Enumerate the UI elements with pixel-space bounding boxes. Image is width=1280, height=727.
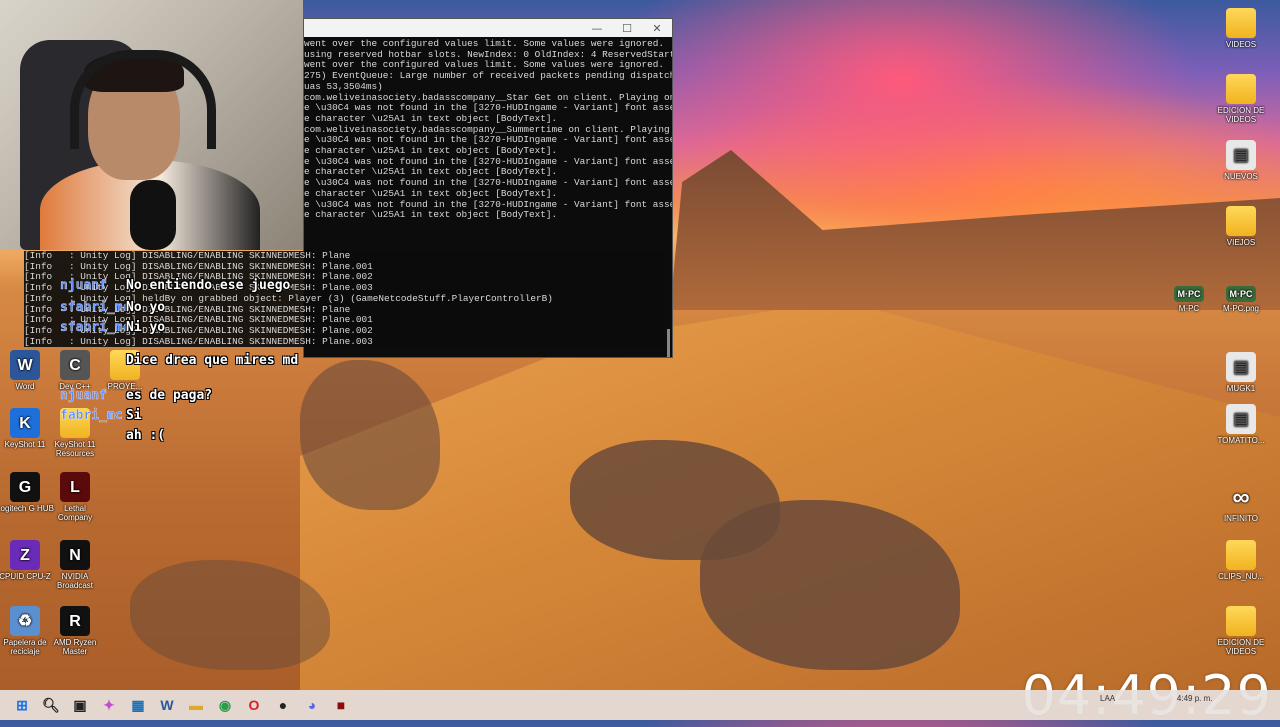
desktop-icon[interactable]: ▤ TOMATITO...: [1212, 404, 1270, 445]
folder-icon: [1226, 74, 1256, 104]
lethal-company-icon[interactable]: ■: [330, 694, 352, 716]
chat-text: Si: [126, 408, 142, 423]
desktop-icon[interactable]: R AMD Ryzen Master: [46, 606, 104, 656]
desktop-icon-label: AMD Ryzen Master: [53, 638, 97, 656]
chat-text: Ni yo: [126, 320, 166, 335]
desktop-icon-label: NUEVOS: [1224, 172, 1258, 181]
close-icon[interactable]: ✕: [642, 22, 672, 35]
chat-username: njuanf: [60, 388, 107, 403]
recycle-bin-icon: ♻: [10, 606, 40, 636]
console-line: e character \u25A1 in text object [BodyT…: [304, 187, 558, 199]
system-tray[interactable]: LAA 4:49 p. m.: [1100, 694, 1213, 703]
language-indicator[interactable]: LAA: [1100, 694, 1115, 703]
folder-icon: [1226, 206, 1256, 236]
desktop-icon[interactable]: ∞ INFINITO: [1212, 482, 1270, 523]
desktop-icon-label: VIEJOS: [1226, 238, 1256, 247]
obs-icon[interactable]: ●: [272, 694, 294, 716]
desktop-icon-label: EDICION DE VIDEOS: [1217, 638, 1265, 656]
desktop-icon-label: Lethal Company: [57, 504, 93, 522]
infinity-icon: ∞: [1232, 483, 1250, 511]
chrome-icon[interactable]: ◉: [214, 694, 236, 716]
image-icon: ▤: [1226, 404, 1256, 434]
desktop-icon-label: MUGK1: [1226, 384, 1256, 393]
desktop-icon[interactable]: L Lethal Company: [46, 472, 104, 522]
chat-username: fabri_mc: [60, 408, 123, 423]
chat-username: sfabri_mc: [60, 320, 131, 335]
ryzen-icon: R: [60, 606, 90, 636]
word-icon[interactable]: W: [156, 694, 178, 716]
desktop-icon[interactable]: VIEJOS: [1212, 206, 1270, 247]
desktop-icon-label: CLIPS_NU...: [1218, 572, 1264, 581]
maximize-icon[interactable]: ☐: [612, 22, 642, 35]
chat-text: No entiendo ese juego: [126, 278, 291, 293]
chat-text: No yo: [126, 300, 166, 315]
keyshot-icon: K: [10, 408, 40, 438]
image-icon: ▤: [1226, 140, 1256, 170]
lethal-company-icon: L: [60, 472, 90, 502]
desktop-icon-label: NVIDIA Broadcast: [56, 572, 94, 590]
chat-username: njuanf: [60, 278, 107, 293]
desktop-icon[interactable]: M·PC M-PC.png: [1212, 286, 1270, 313]
folder-icon: [1226, 8, 1256, 38]
copilot-icon[interactable]: ✦: [98, 694, 120, 716]
desktop-icon[interactable]: VIDEOS: [1212, 8, 1270, 49]
desktop-icon[interactable]: EDICION DE VIDEOS: [1212, 606, 1270, 656]
explorer-icon[interactable]: ▬: [185, 694, 207, 716]
chat-username: sfabri_mc: [60, 300, 131, 315]
desktop-icon[interactable]: EDICION DE VIDEOS: [1212, 74, 1270, 124]
webcam-overlay: [0, 0, 303, 250]
search-icon[interactable]: 🔍︎: [40, 694, 62, 716]
desktop-icon-label: M-PC.png: [1222, 304, 1259, 313]
mpc-png-icon: M·PC: [1226, 286, 1256, 302]
desktop-icon[interactable]: CLIPS_NU...: [1212, 540, 1270, 581]
chat-text: es de paga?: [126, 388, 213, 403]
folder-icon: [1226, 606, 1256, 636]
opera-icon[interactable]: O: [243, 694, 265, 716]
nvidia-icon: N: [60, 540, 90, 570]
store-icon[interactable]: ▦: [127, 694, 149, 716]
chat-message: ah :(: [60, 428, 165, 443]
rock: [300, 360, 440, 510]
minimize-icon[interactable]: —: [582, 22, 612, 35]
chat-message: fabri_mc Si: [60, 408, 142, 423]
discord-icon[interactable]: ◕: [301, 694, 323, 716]
chat-text: ah :(: [126, 428, 166, 443]
desktop-icon[interactable]: N NVIDIA Broadcast: [46, 540, 104, 590]
log-line: [Info : Unity Log] DISABLING/ENABLING SK…: [24, 335, 373, 347]
word-icon: W: [10, 350, 40, 380]
folder-icon: [1226, 540, 1256, 570]
desktop-icon-label: VIDEOS: [1225, 40, 1257, 49]
microphone: [130, 180, 176, 250]
desktop-icon-label: INFINITO: [1223, 514, 1259, 523]
chat-message: njuanf es de paga?: [60, 388, 212, 403]
image-icon: ▤: [1226, 352, 1256, 382]
chat-message: Dice drea que mires md: [60, 353, 298, 368]
desktop-icon-label: TOMATITO...: [1217, 436, 1265, 445]
task-view-icon[interactable]: ▣: [69, 694, 91, 716]
desktop-icon-label: M-PC: [1178, 304, 1200, 313]
desktop-icon[interactable]: ▤ MUGK1: [1212, 352, 1270, 393]
console-scrollbar[interactable]: [667, 329, 670, 357]
start-icon[interactable]: ⊞: [11, 694, 33, 716]
mpc-icon: M·PC: [1174, 286, 1204, 302]
taskbar: ⊞ 🔍︎ ▣ ✦ ▦ W ▬ ◉ O ● ◕ ■: [0, 690, 1280, 720]
headset: [70, 50, 216, 149]
cpuz-icon: Z: [10, 540, 40, 570]
console-line: e character \u25A1 in text object [BodyT…: [304, 209, 558, 221]
chat-text: Dice drea que mires md: [126, 353, 299, 368]
chat-message: sfabri_mcNo yo: [60, 300, 165, 315]
console-line: uas 53,3504ms): [304, 80, 383, 92]
tray-time[interactable]: 4:49 p. m.: [1177, 694, 1213, 703]
desktop-icon[interactable]: ▤ NUEVOS: [1212, 140, 1270, 181]
chat-message: sfabri_mcNi yo: [60, 320, 165, 335]
console-titlebar[interactable]: — ☐ ✕: [304, 19, 672, 37]
logitech-icon: G: [10, 472, 40, 502]
desktop-icon[interactable]: M·PC M-PC: [1160, 286, 1218, 313]
chat-message: njuanf No entiendo ese juego: [60, 278, 291, 293]
desktop-icon-label: EDICION DE VIDEOS: [1217, 106, 1265, 124]
